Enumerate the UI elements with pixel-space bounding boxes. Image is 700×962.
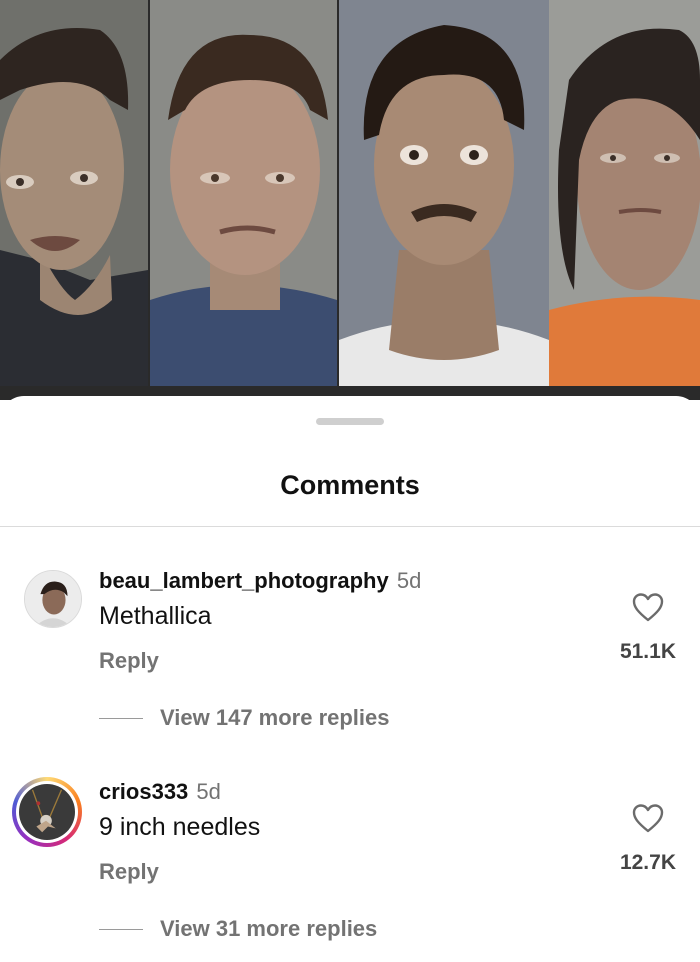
portrait-2 [150, 0, 337, 386]
comment-username[interactable]: crios333 [99, 779, 188, 804]
like-count: 51.1K [619, 640, 676, 663]
view-more-replies-label: View 147 more replies [160, 705, 390, 730]
like-count: 12.7K [619, 851, 676, 874]
comment-text: 9 inch needles [99, 813, 261, 841]
view-more-replies-label: View 31 more replies [160, 916, 378, 941]
heart-outline-icon[interactable] [632, 592, 664, 622]
comment-item: crios333 5d 9 inch needles Reply 12.7K V… [0, 777, 700, 962]
comment-meta: beau_lambert_photography 5d [99, 568, 421, 594]
sheet-drag-handle[interactable] [316, 418, 384, 425]
view-more-replies-button[interactable]: View 147 more replies [99, 704, 390, 732]
reply-button[interactable]: Reply [99, 648, 159, 674]
avatar[interactable] [24, 570, 82, 628]
post-image[interactable] [0, 0, 700, 400]
heart-outline-icon[interactable] [632, 803, 664, 833]
comment-text: Methallica [99, 602, 212, 630]
comment-item: beau_lambert_photography 5d Methallica R… [0, 566, 700, 776]
portrait-3 [339, 0, 549, 386]
avatar [16, 781, 78, 843]
view-more-replies-button[interactable]: View 31 more replies [99, 915, 377, 943]
avatar-with-story-ring[interactable] [12, 777, 82, 847]
comment-time: 5d [396, 568, 422, 593]
divider [99, 717, 143, 719]
reply-button[interactable]: Reply [99, 859, 159, 885]
divider [99, 928, 143, 930]
comment-time: 5d [196, 779, 221, 804]
sheet-title: Comments [280, 470, 420, 500]
portrait-4 [549, 0, 700, 386]
comment-username[interactable]: beau_lambert_photography [99, 568, 389, 593]
divider [0, 526, 700, 527]
portrait-1 [0, 0, 148, 386]
comment-meta: crios333 5d [99, 779, 221, 805]
